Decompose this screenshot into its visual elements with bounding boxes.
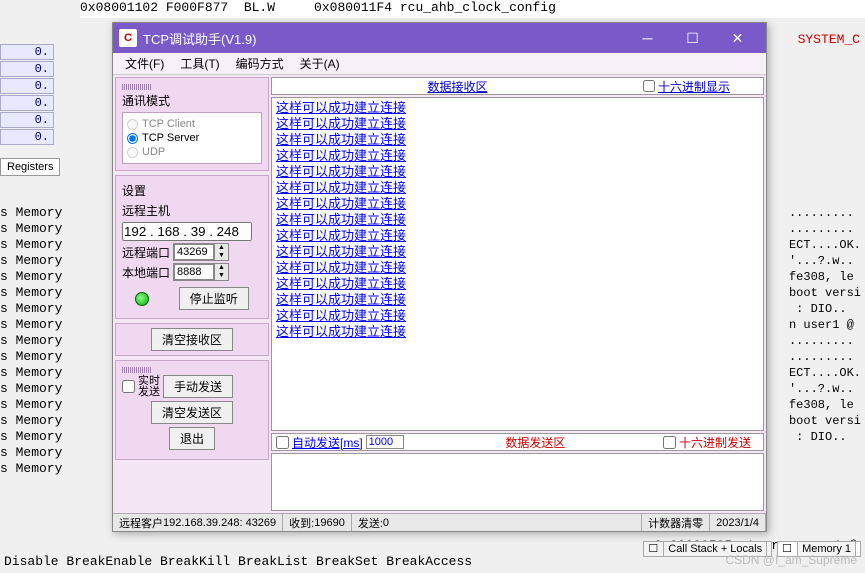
tcp-debug-window: C TCP调试助手(V1.9) ─ ☐ ✕ 文件(F) 工具(T) 编码方式 关… xyxy=(112,22,767,532)
app-icon: C xyxy=(119,29,137,47)
radio-tcp-server[interactable]: TCP Server xyxy=(127,131,257,145)
output-column: ..................ECT....OK.'...?.w..fe3… xyxy=(789,205,861,445)
menu-tool[interactable]: 工具(T) xyxy=(172,53,227,74)
remote-port-label: 远程端口 xyxy=(122,244,170,261)
window-title: TCP调试助手(V1.9) xyxy=(143,29,625,48)
settings-label: 设置 xyxy=(122,182,262,199)
clear-rx-panel: 清空接收区 xyxy=(115,323,269,356)
local-port-input[interactable]: ▲▼ xyxy=(173,263,229,281)
radio-tcp-client[interactable]: TCP Client xyxy=(127,117,257,131)
rx-header: 数据接收区 十六进制显示 xyxy=(271,77,764,95)
spin-up-icon[interactable]: ▲ xyxy=(214,264,228,272)
memory-column: s Memorys Memorys Memorys Memorys Memory… xyxy=(0,205,62,477)
auto-send-toggle[interactable]: 自动发送[ms] xyxy=(272,434,408,451)
status-date: 2023/1/4 xyxy=(710,514,766,531)
tx-header: 自动发送[ms] 数据发送区 十六进制发送 xyxy=(271,433,764,451)
status-recv: 收到:19690 xyxy=(283,514,352,531)
comm-mode-label: 通讯模式 xyxy=(122,92,262,109)
status-client: 远程客户192.168.39.248: 43269 xyxy=(113,514,283,531)
registers-tab[interactable]: Registers xyxy=(0,158,60,176)
tx-textarea[interactable] xyxy=(271,453,764,511)
manual-send-button[interactable]: 手动发送 xyxy=(163,375,233,398)
minimize-button[interactable]: ─ xyxy=(625,23,670,53)
rx-textarea[interactable]: 这样可以成功建立连接这样可以成功建立连接这样可以成功建立连接这样可以成功建立连接… xyxy=(271,97,764,431)
clear-rx-button[interactable]: 清空接收区 xyxy=(151,328,233,351)
clear-tx-button[interactable]: 清空发送区 xyxy=(151,401,233,424)
radio-udp[interactable]: UDP xyxy=(127,145,257,159)
tx-title: 数据发送区 xyxy=(408,434,663,451)
remote-host-input[interactable] xyxy=(122,222,252,241)
spin-up-icon[interactable]: ▲ xyxy=(214,244,228,252)
auto-send-ms-input[interactable] xyxy=(366,435,404,449)
exit-button[interactable]: 退出 xyxy=(169,427,215,450)
menubar: 文件(F) 工具(T) 编码方式 关于(A) xyxy=(113,53,766,75)
menu-about[interactable]: 关于(A) xyxy=(292,53,348,74)
realtime-send-label: 实时 发送 xyxy=(138,376,160,398)
system-label: SYSTEM_C xyxy=(798,32,860,47)
remote-port-input[interactable]: ▲▼ xyxy=(173,243,229,261)
spin-down-icon[interactable]: ▼ xyxy=(214,252,228,260)
status-send: 发送:0 xyxy=(352,514,642,531)
break-commands: Disable BreakEnable BreakKill BreakList … xyxy=(4,554,472,569)
maximize-button[interactable]: ☐ xyxy=(670,23,715,53)
watermark: CSDN @I_am_Supreme xyxy=(725,553,857,567)
asm-line: 0x08001102 F000F877 BL.W 0x080011F4 rcu_… xyxy=(80,0,865,18)
status-led-icon xyxy=(135,292,149,306)
right-panel: 数据接收区 十六进制显示 这样可以成功建立连接这样可以成功建立连接这样可以成功建… xyxy=(271,77,764,511)
send-panel: 实时 发送 手动发送 清空发送区 退出 xyxy=(115,360,269,460)
remote-host-label: 远程主机 xyxy=(122,202,262,219)
realtime-send-checkbox[interactable] xyxy=(122,380,135,393)
panel-grip-icon xyxy=(122,367,152,373)
comm-mode-panel: 通讯模式 TCP Client TCP Server UDP xyxy=(115,77,269,171)
stop-listen-button[interactable]: 停止监听 xyxy=(179,287,249,310)
hex-display-toggle[interactable]: 十六进制显示 xyxy=(643,78,763,95)
rx-title: 数据接收区 xyxy=(272,78,643,95)
spin-down-icon[interactable]: ▼ xyxy=(214,272,228,280)
titlebar[interactable]: C TCP调试助手(V1.9) ─ ☐ ✕ xyxy=(113,23,766,53)
local-port-label: 本地端口 xyxy=(122,264,170,281)
value-column: 0.0.0.0.0.0. xyxy=(0,44,54,146)
left-panel: 通讯模式 TCP Client TCP Server UDP 设置 远程主机 远… xyxy=(115,77,269,511)
hex-send-toggle[interactable]: 十六进制发送 xyxy=(663,434,763,451)
statusbar: 远程客户192.168.39.248: 43269 收到:19690 发送:0 … xyxy=(113,513,766,531)
menu-file[interactable]: 文件(F) xyxy=(117,53,172,74)
menu-encoding[interactable]: 编码方式 xyxy=(228,53,292,74)
close-button[interactable]: ✕ xyxy=(715,23,760,53)
panel-grip-icon xyxy=(122,84,152,90)
counter-clear-button[interactable]: 计数器清零 xyxy=(642,514,710,531)
settings-panel: 设置 远程主机 远程端口 ▲▼ 本地端口 ▲▼ xyxy=(115,175,269,319)
